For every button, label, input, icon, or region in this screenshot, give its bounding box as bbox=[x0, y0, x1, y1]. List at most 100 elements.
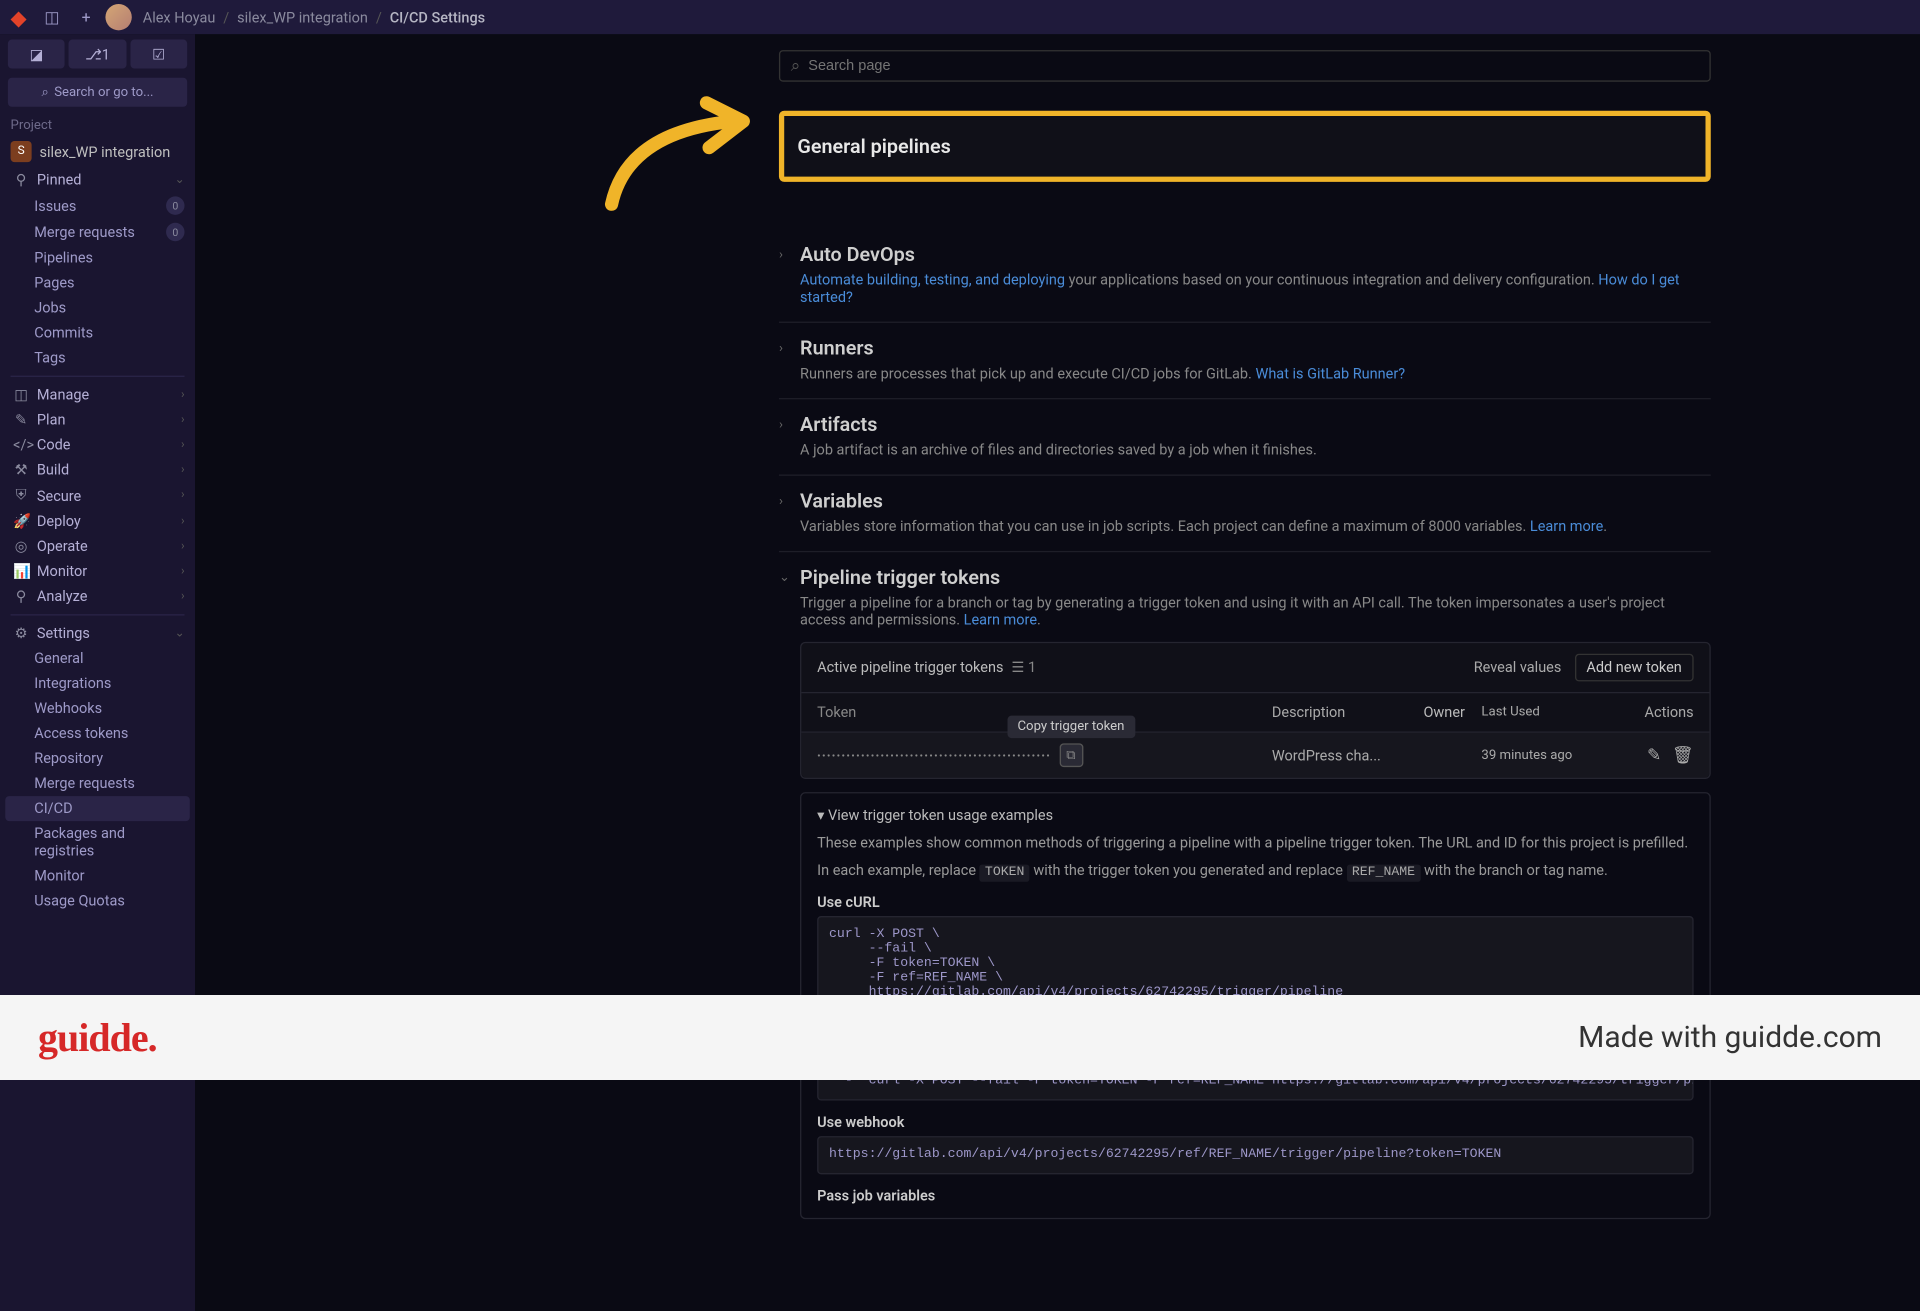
chevron-right-icon: › bbox=[779, 417, 790, 431]
sidebar-item-settings[interactable]: ⚙Settings⌄ bbox=[0, 621, 195, 646]
token-masked: ••••••••••••••••••••••••••••••••••••••••… bbox=[817, 749, 1051, 761]
sidebar-item-tags[interactable]: Tags bbox=[0, 345, 195, 370]
sidebar-settings-general[interactable]: General bbox=[0, 646, 195, 671]
section-toggle-auto-devops[interactable]: › Auto DevOps bbox=[779, 243, 1711, 267]
sidebar-item-operate[interactable]: ◎Operate› bbox=[0, 534, 195, 559]
deploy-icon: 🚀 bbox=[13, 513, 29, 530]
chevron-right-icon: › bbox=[779, 341, 790, 355]
sidebar-settings-usage-quotas[interactable]: Usage Quotas bbox=[0, 888, 195, 913]
page-search[interactable]: ⌕ bbox=[779, 50, 1711, 82]
section-toggle-tokens[interactable]: ⌄ Pipeline trigger tokens bbox=[779, 565, 1711, 589]
breadcrumb-user[interactable]: Alex Hoyau bbox=[143, 9, 216, 26]
plus-icon[interactable]: + bbox=[72, 4, 101, 30]
sidebar-item-plan[interactable]: ✎Plan› bbox=[0, 407, 195, 432]
sidebar-item-jobs[interactable]: Jobs bbox=[0, 295, 195, 320]
gear-icon: ⚙ bbox=[13, 625, 29, 642]
link-what-is-runner[interactable]: What is GitLab Runner? bbox=[1255, 365, 1405, 382]
manage-icon: ◫ bbox=[13, 386, 29, 403]
breadcrumb: Alex Hoyau / silex_WP integration / CI/C… bbox=[143, 9, 485, 26]
link-learn-more-vars[interactable]: Learn more bbox=[1530, 518, 1603, 535]
breadcrumb-page[interactable]: CI/CD Settings bbox=[390, 9, 485, 26]
table-row: ••••••••••••••••••••••••••••••••••••••••… bbox=[801, 733, 1709, 778]
sidebar-settings-webhooks[interactable]: Webhooks bbox=[0, 696, 195, 721]
sidebar-item-monitor[interactable]: 📊Monitor› bbox=[0, 559, 195, 584]
made-with-guidde: Made with guidde.com bbox=[1578, 1020, 1882, 1055]
highlight-general-pipelines[interactable]: General pipelines bbox=[779, 111, 1711, 182]
sidebar-settings-merge-requests[interactable]: Merge requests bbox=[0, 771, 195, 796]
examples-toggle[interactable]: ▾ View trigger token usage examples bbox=[817, 807, 1693, 824]
sidebar-item-secure[interactable]: ⛨Secure› bbox=[0, 482, 195, 508]
sidebar-pinned[interactable]: ⚲ Pinned ⌄ bbox=[0, 167, 195, 192]
tooltip: Copy trigger token bbox=[1007, 716, 1135, 738]
breadcrumb-project[interactable]: silex_WP integration bbox=[237, 9, 368, 26]
sidebar-item-build[interactable]: ⚒Build› bbox=[0, 457, 195, 482]
sidebar-settings-integrations[interactable]: Integrations bbox=[0, 671, 195, 696]
sidebar-settings-access-tokens[interactable]: Access tokens bbox=[0, 721, 195, 746]
sidebar-item-deploy[interactable]: 🚀Deploy› bbox=[0, 509, 195, 534]
sidebar-item-commits[interactable]: Commits bbox=[0, 320, 195, 345]
sidebar-item-analyze[interactable]: ⚲Analyze› bbox=[0, 584, 195, 609]
code-icon: </> bbox=[13, 436, 29, 453]
sidebar: ◪ ⎇ 1 ☑ ⌕ Search or go to... Project S s… bbox=[0, 34, 195, 1311]
plan-icon: ✎ bbox=[13, 411, 29, 428]
col-actions: Actions bbox=[1645, 704, 1694, 721]
sidebar-item-issues[interactable]: Issues0 bbox=[0, 192, 195, 218]
annotation-arrow-icon bbox=[601, 92, 759, 211]
copy-token-button[interactable]: Copy trigger token ⧉ bbox=[1059, 743, 1083, 767]
sidebar-mr-button[interactable]: ⎇ 1 bbox=[69, 40, 126, 69]
section-artifacts: › Artifacts A job artifact is an archive… bbox=[779, 399, 1711, 475]
divider bbox=[11, 614, 185, 615]
chevron-right-icon: › bbox=[779, 247, 790, 261]
section-toggle-runners[interactable]: › Runners bbox=[779, 336, 1711, 360]
section-auto-devops: › Auto DevOps Automate building, testing… bbox=[779, 229, 1711, 323]
sidebar-toggle-icon[interactable]: ◫ bbox=[37, 4, 66, 30]
guidde-footer: guidde. Made with guidde.com bbox=[0, 995, 1920, 1080]
heading-pass-vars: Pass job variables bbox=[817, 1188, 1693, 1205]
sidebar-project[interactable]: S silex_WP integration bbox=[0, 136, 195, 168]
sidebar-item-manage[interactable]: ◫Manage› bbox=[0, 382, 195, 407]
codeblock-webhook[interactable]: https://gitlab.com/api/v4/projects/62742… bbox=[817, 1136, 1693, 1174]
token-table-heading: Active pipeline trigger tokens bbox=[817, 659, 1003, 676]
operate-icon: ◎ bbox=[13, 538, 29, 555]
chevron-down-icon: ⌄ bbox=[779, 570, 790, 584]
search-icon: ⌕ bbox=[791, 56, 801, 76]
heading-use-curl: Use cURL bbox=[817, 894, 1693, 911]
guidde-logo: guidde. bbox=[38, 1014, 157, 1061]
link-learn-more-tokens[interactable]: Learn more bbox=[964, 612, 1037, 629]
section-pipeline-tokens: ⌄ Pipeline trigger tokens Trigger a pipe… bbox=[779, 552, 1711, 1235]
add-new-token-button[interactable]: Add new token bbox=[1575, 654, 1694, 682]
sidebar-settings-packages[interactable]: Packages and registries bbox=[0, 821, 195, 863]
project-icon: S bbox=[11, 141, 32, 162]
sidebar-settings-cicd[interactable]: CI/CD bbox=[5, 796, 190, 821]
edit-icon[interactable]: ✎ bbox=[1647, 745, 1661, 765]
delete-icon[interactable]: 🗑 bbox=[1672, 745, 1694, 765]
search-icon: ⌕ bbox=[42, 85, 49, 99]
monitor-icon: 📊 bbox=[13, 563, 29, 580]
reveal-values-button[interactable]: Reveal values bbox=[1474, 659, 1562, 676]
heading-use-webhook: Use webhook bbox=[817, 1114, 1693, 1131]
sidebar-settings-repository[interactable]: Repository bbox=[0, 746, 195, 771]
sidebar-search[interactable]: ⌕ Search or go to... bbox=[8, 78, 187, 107]
sidebar-item-pages[interactable]: Pages bbox=[0, 270, 195, 295]
token-last-used: 39 minutes ago bbox=[1481, 748, 1573, 762]
sidebar-todo-button[interactable]: ☑ bbox=[130, 40, 187, 69]
section-toggle-variables[interactable]: › Variables bbox=[779, 489, 1711, 513]
sidebar-item-code[interactable]: </>Code› bbox=[0, 432, 195, 457]
chevron-down-icon: ⌄ bbox=[175, 627, 185, 640]
sidebar-settings-monitor[interactable]: Monitor bbox=[0, 863, 195, 888]
section-title-general-pipelines: General pipelines bbox=[797, 134, 1692, 158]
main-content: ⌕ General pipelines › Auto DevOps Automa… bbox=[195, 34, 1920, 1311]
secure-icon: ⛨ bbox=[13, 486, 29, 504]
section-toggle-artifacts[interactable]: › Artifacts bbox=[779, 413, 1711, 437]
sidebar-item-pipelines[interactable]: Pipelines bbox=[0, 245, 195, 270]
col-owner: Owner bbox=[1423, 704, 1481, 721]
analyze-icon: ⚲ bbox=[13, 588, 29, 605]
page-search-input[interactable] bbox=[808, 58, 1699, 74]
section-variables: › Variables Variables store information … bbox=[779, 476, 1711, 552]
sidebar-item-merge-requests[interactable]: Merge requests0 bbox=[0, 219, 195, 245]
gitlab-logo-icon[interactable]: ◆ bbox=[11, 5, 27, 30]
col-description: Description bbox=[1272, 704, 1424, 721]
sidebar-issue-button[interactable]: ◪ bbox=[8, 40, 65, 69]
link-automate[interactable]: Automate building, testing, and deployin… bbox=[800, 272, 1065, 289]
user-avatar[interactable] bbox=[106, 4, 132, 30]
